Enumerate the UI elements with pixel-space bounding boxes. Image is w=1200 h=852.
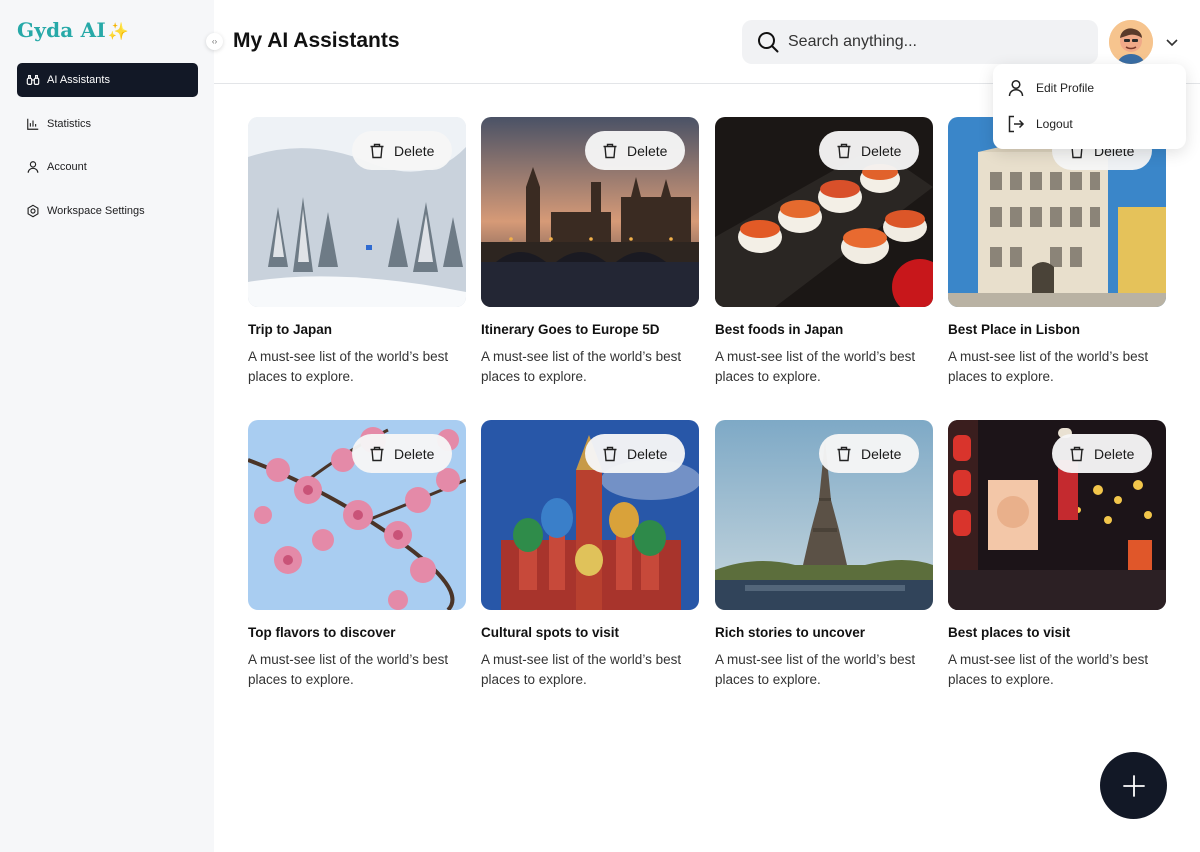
profile-menu: Edit Profile Logout [993, 64, 1186, 149]
add-assistant-button[interactable] [1100, 752, 1167, 819]
delete-button[interactable]: Delete [585, 434, 685, 473]
delete-label: Delete [861, 142, 902, 159]
delete-label: Delete [627, 445, 668, 462]
search-input[interactable] [788, 33, 1068, 51]
assistant-card[interactable]: Delete Cultural spots to visit A must-se… [481, 420, 699, 700]
logout-menu-item[interactable]: Logout [1006, 114, 1073, 134]
assistant-card[interactable]: Delete Top flavors to discover A must-se… [248, 420, 466, 700]
avatar[interactable] [1109, 20, 1153, 64]
sidebar-item-ai-assistants[interactable]: AI Assistants [17, 63, 198, 97]
card-title: Best foods in Japan [715, 322, 844, 337]
delete-label: Delete [394, 142, 435, 159]
card-description: A must-see list of the world’s best plac… [948, 349, 1149, 384]
card-title: Best Place in Lisbon [948, 322, 1081, 337]
trash-icon [603, 446, 617, 461]
card-title: Top flavors to discover [248, 625, 396, 640]
sidebar-item-label: Workspace Settings [47, 204, 145, 217]
search-bar[interactable] [742, 20, 1098, 64]
delete-label: Delete [1094, 445, 1135, 462]
card-description: A must-see list of the world’s best plac… [948, 652, 1149, 687]
delete-button[interactable]: Delete [352, 131, 452, 170]
sidebar-item-label: Statistics [47, 117, 92, 130]
delete-button[interactable]: Delete [352, 434, 452, 473]
card-description: A must-see list of the world’s best plac… [481, 652, 682, 687]
menu-item-label: Edit Profile [1036, 81, 1095, 95]
menu-item-label: Logout [1036, 117, 1073, 131]
card-description: A must-see list of the world’s best plac… [481, 349, 682, 384]
card-description: A must-see list of the world’s best plac… [248, 349, 449, 384]
trash-icon [1070, 446, 1084, 461]
delete-button[interactable]: Delete [1052, 434, 1152, 473]
trash-icon [370, 143, 384, 158]
sidebar-item-statistics[interactable]: Statistics [17, 107, 198, 141]
delete-label: Delete [861, 445, 902, 462]
page-title: My AI Assistants [233, 29, 400, 52]
delete-button[interactable]: Delete [819, 131, 919, 170]
assistant-card[interactable]: Delete Rich stories to uncover A must-se… [715, 420, 933, 700]
trash-icon [603, 143, 617, 158]
card-title: Itinerary Goes to Europe 5D [481, 322, 660, 337]
sidebar-item-label: Account [47, 161, 87, 173]
card-title: Best places to visit [948, 625, 1071, 640]
search-icon [758, 32, 779, 53]
app-logo[interactable]: Gyda AI ✨ [17, 18, 129, 42]
assistant-card[interactable]: Delete Best places to visit A must-see l… [948, 420, 1166, 700]
card-description: A must-see list of the world’s best plac… [248, 652, 449, 687]
trash-icon [370, 446, 384, 461]
logout-icon [1008, 115, 1025, 133]
sidebar-item-label: AI Assistants [47, 74, 110, 86]
card-description: A must-see list of the world’s best plac… [715, 349, 916, 384]
trash-icon [837, 143, 851, 158]
user-icon [26, 160, 40, 174]
sidebar-item-account[interactable]: Account [17, 150, 198, 184]
user-icon [1008, 79, 1024, 97]
delete-button[interactable]: Delete [585, 131, 685, 170]
edit-profile-menu-item[interactable]: Edit Profile [1006, 78, 1094, 98]
chevron-down-icon[interactable] [1164, 34, 1180, 50]
sidebar-item-workspace-settings[interactable]: Workspace Settings [17, 194, 198, 228]
delete-button[interactable]: Delete [819, 434, 919, 473]
assistant-card[interactable]: Delete Best foods in Japan A must-see li… [715, 117, 933, 397]
plus-icon [1122, 774, 1145, 797]
assistant-card[interactable]: Delete Best Place in Lisbon A must-see l… [948, 117, 1166, 397]
delete-label: Delete [394, 445, 435, 462]
trash-icon [837, 446, 851, 461]
logo-text: Gyda AI [17, 18, 106, 42]
binoculars-icon [26, 73, 40, 87]
sidebar-nav: AI Assistants Statistics Account Workspa… [17, 63, 198, 237]
bar-chart-icon [26, 117, 40, 131]
card-description: A must-see list of the world’s best plac… [715, 652, 916, 687]
settings-hexagon-icon [26, 204, 40, 218]
assistant-card[interactable]: Delete Trip to Japan A must-see list of … [248, 117, 466, 397]
card-title: Trip to Japan [248, 322, 333, 337]
card-title: Cultural spots to visit [481, 625, 620, 640]
sidebar: Gyda AI ✨ AI Assistants Statistics Accoun… [0, 0, 214, 852]
card-title: Rich stories to uncover [715, 625, 866, 640]
delete-label: Delete [627, 142, 668, 159]
sparkle-icon: ✨ [107, 22, 130, 42]
assistant-card[interactable]: Delete Itinerary Goes to Europe 5D A mus… [481, 117, 699, 397]
